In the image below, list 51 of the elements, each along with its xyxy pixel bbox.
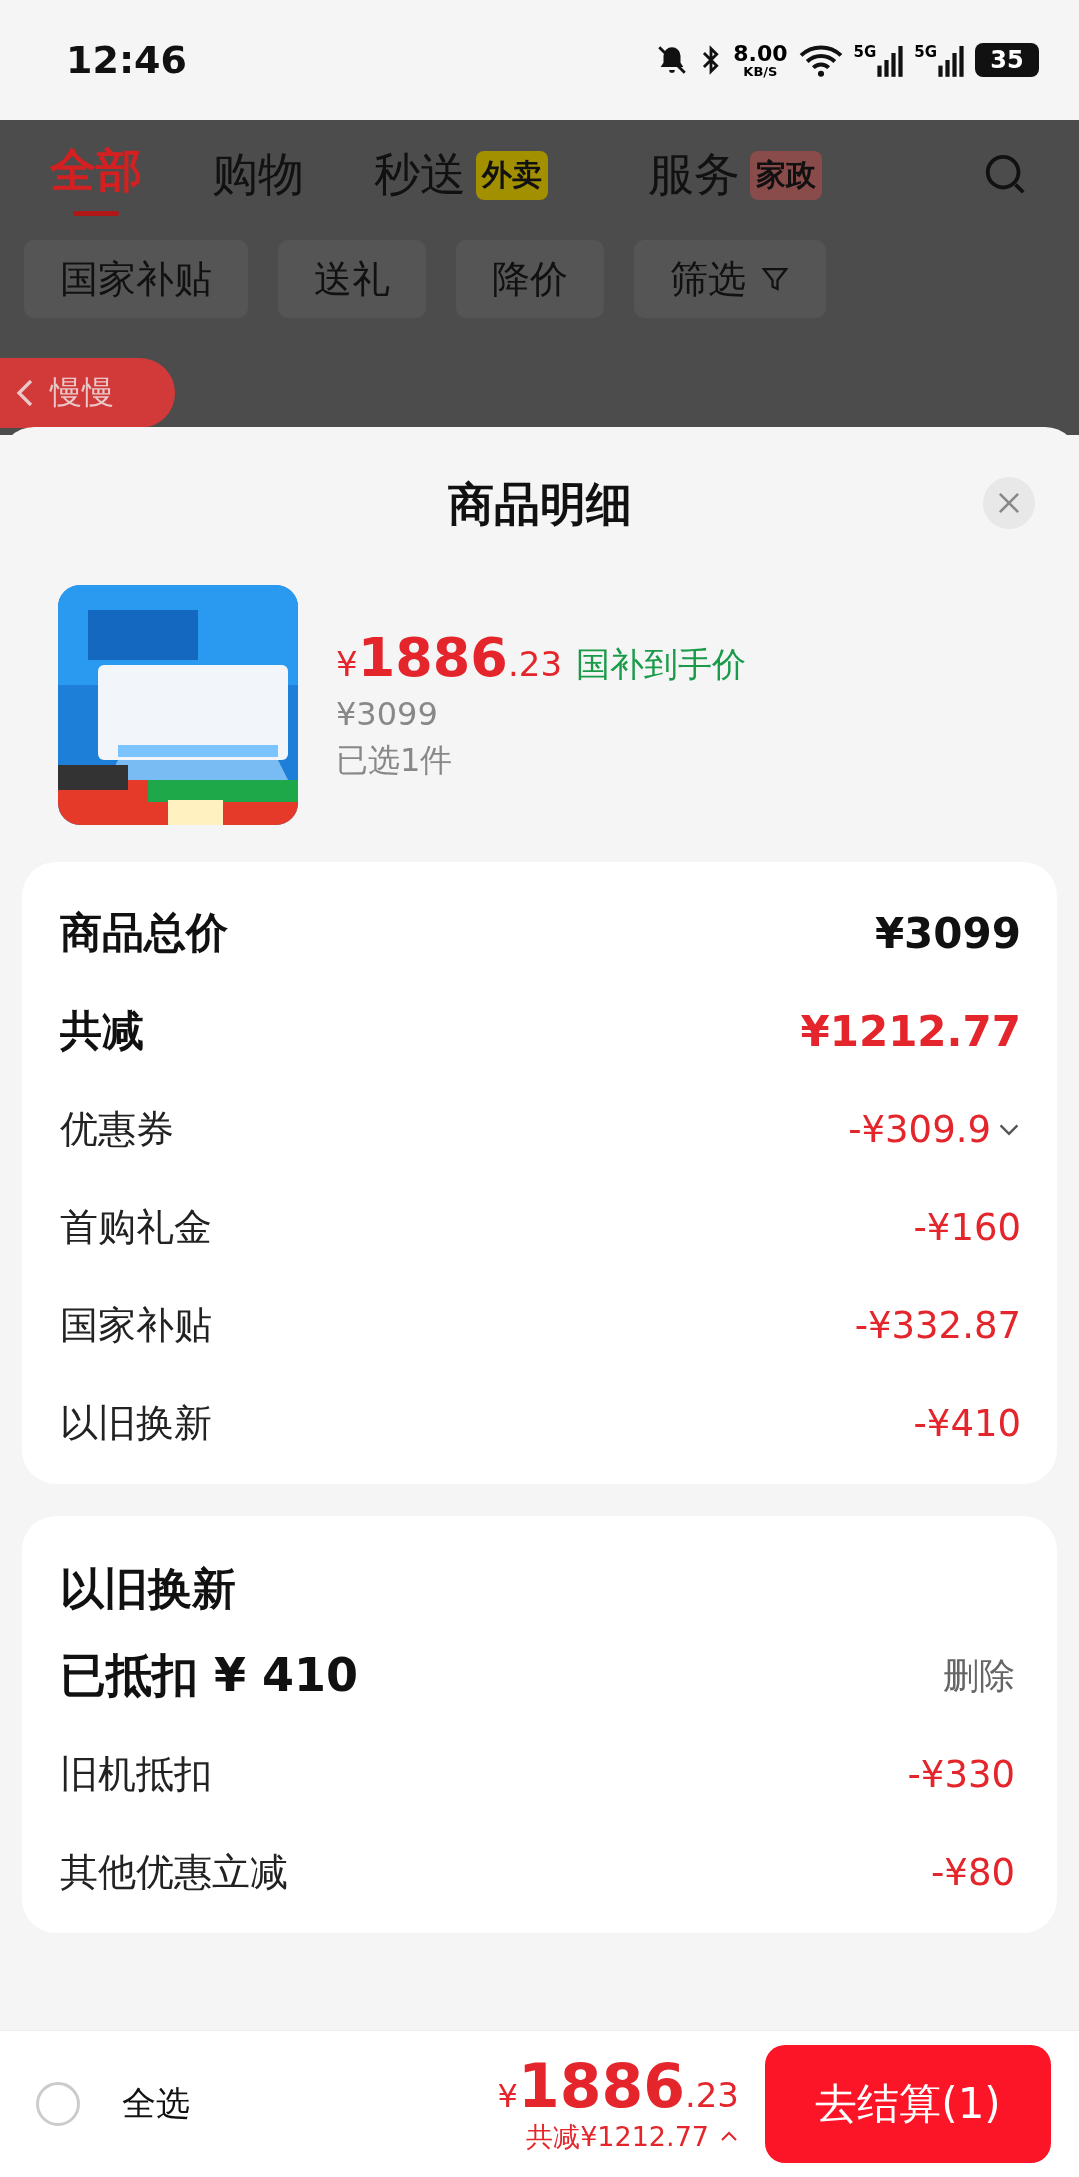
summary-value: -¥160 [913,1205,1021,1249]
filter-chip[interactable]: 国家补贴 [24,240,248,318]
summary-value: ¥3099 [874,908,1021,958]
trade-in-value: -¥330 [907,1752,1015,1796]
filter-chip[interactable]: 送礼 [278,240,426,318]
trade-in-value: -¥80 [931,1850,1015,1894]
trade-in-label: 旧机抵扣 [60,1750,212,1798]
summary-value: -¥309.9 [848,1107,991,1151]
network-type: 5G [853,43,877,61]
filter-chip[interactable]: 筛选 [634,240,826,318]
summary-value: ¥1212.77 [800,1006,1021,1056]
category-tab[interactable]: 秒送 [374,136,466,214]
summary-value: -¥410 [913,1401,1021,1445]
summary-label: 共减 [60,1005,144,1057]
filter-chip[interactable]: 降价 [456,240,604,318]
tab-badge: 家政 [750,150,822,200]
close-icon[interactable] [996,490,1022,516]
selected-count: 已选1件 [336,740,454,781]
category-tab[interactable]: 服务 [648,136,740,214]
product-price: ¥1886.23 [336,626,562,689]
total-price: ¥1886.23 [497,2053,739,2119]
summary-label: 优惠券 [60,1105,174,1153]
trade-in-title: 以旧换新 [60,1562,237,1616]
select-all-label[interactable]: 全选 [122,2081,190,2127]
price-tag: 国补到手价 [576,642,746,688]
category-tab[interactable]: 全部 [50,132,142,218]
network-speed: 8.00 [733,42,788,65]
total-saved[interactable]: 共减¥1212.77 [526,2119,709,2155]
trade-in-label: 其他优惠立减 [60,1848,288,1896]
deducted-amount: 已抵扣 ¥ 410 [60,1647,359,1704]
delete-link[interactable]: 删除 [943,1651,1015,1701]
signal-icon [937,43,965,77]
battery-icon: 35 [975,43,1039,77]
summary-label: 国家补贴 [60,1301,212,1349]
back-pill[interactable]: 慢慢 [0,358,175,428]
network-type: 5G [914,43,937,61]
select-all-radio[interactable] [36,2082,80,2126]
wifi-icon [797,43,844,77]
summary-label: 首购礼金 [60,1203,212,1251]
checkout-button[interactable]: 去结算(1) [765,2045,1051,2163]
tab-badge: 外卖 [476,150,548,200]
close-button[interactable] [983,477,1035,529]
summary-label: 商品总价 [60,907,228,959]
network-speed-unit: KB/S [743,64,778,78]
sheet-title: 商品明细 [447,475,632,533]
signal-icon [876,43,905,77]
original-price: ¥3099 [336,695,439,733]
status-time: 12:46 [66,38,187,82]
category-tab[interactable]: 购物 [212,136,304,214]
summary-value: -¥332.87 [854,1303,1021,1347]
summary-label: 以旧换新 [60,1399,212,1447]
